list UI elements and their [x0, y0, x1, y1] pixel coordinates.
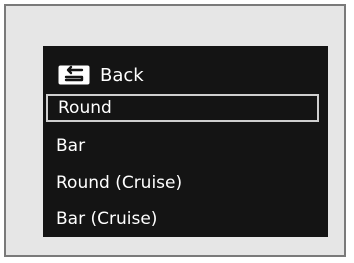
menu-item-round-cruise[interactable]: Round (Cruise) [46, 169, 319, 197]
menu-item-bar-cruise[interactable]: Bar (Cruise) [46, 205, 319, 233]
menu-item-round[interactable]: Round [46, 94, 319, 122]
back-arrow-icon [58, 65, 90, 85]
menu-screen: Back Round Bar Round (Cruise) Bar (Cruis… [43, 46, 328, 237]
display-frame: Back Round Bar Round (Cruise) Bar (Cruis… [4, 4, 346, 257]
back-label: Back [100, 64, 144, 86]
back-button[interactable]: Back [58, 63, 144, 87]
menu-item-bar[interactable]: Bar [46, 132, 319, 160]
